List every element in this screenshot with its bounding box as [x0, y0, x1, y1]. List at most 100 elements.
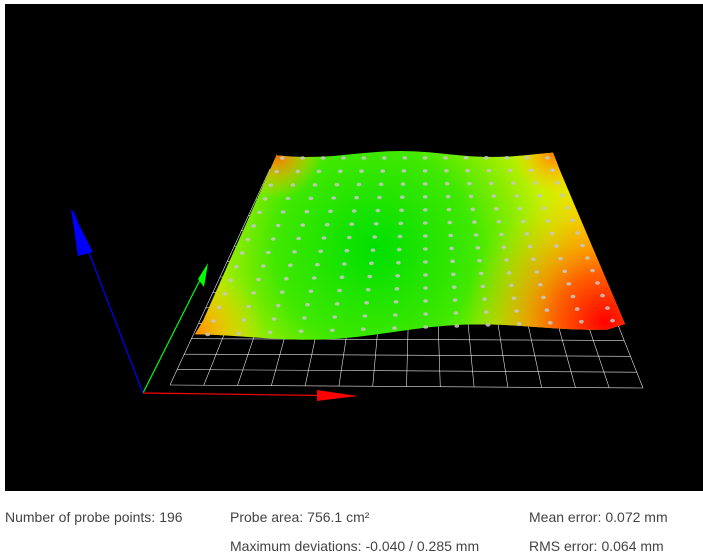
probe-point — [393, 300, 399, 304]
probe-point — [491, 194, 497, 198]
probe-point — [449, 246, 454, 251]
probe-point — [541, 206, 547, 210]
probe-point — [308, 289, 314, 294]
probe-point — [446, 207, 452, 212]
max-deviation-stat: Maximum deviations: -0.040 / 0.285 mm — [230, 538, 479, 554]
probe-point — [506, 271, 512, 275]
probe-point — [251, 224, 256, 228]
probe-point — [537, 193, 542, 198]
probe-point — [354, 195, 359, 200]
max-deviation-value: -0.040 / 0.285 mm — [365, 538, 480, 554]
probe-point — [392, 326, 397, 330]
probe-point — [349, 222, 355, 226]
probe-point — [251, 291, 256, 295]
probe-point — [245, 237, 251, 242]
probe-point — [485, 323, 491, 327]
probe-point — [399, 208, 404, 213]
heightmap-3d-viewport[interactable] — [5, 4, 703, 491]
probe-point — [216, 305, 222, 310]
probe-point — [279, 290, 285, 295]
probe-point — [521, 219, 526, 224]
probe-point — [514, 309, 519, 313]
probe-point — [534, 270, 540, 274]
probe-point — [239, 251, 245, 255]
probe-point — [544, 308, 550, 312]
probe-area-value: 756.1 cm² — [307, 509, 370, 525]
probe-point — [422, 195, 428, 199]
probe-point — [396, 260, 401, 265]
probe-point — [466, 181, 472, 186]
probe-point — [373, 222, 379, 226]
probe-point — [423, 286, 428, 290]
probe-point — [380, 169, 386, 173]
probe-point — [566, 282, 572, 286]
probe-point — [579, 319, 584, 324]
probe-point — [305, 302, 310, 307]
probe-point — [308, 196, 314, 201]
probe-point — [246, 304, 252, 309]
probe-point — [378, 182, 384, 187]
probe-point — [423, 299, 428, 303]
probe-point — [473, 233, 479, 237]
probe-point — [453, 311, 459, 315]
probe-points-stat: Number of probe points: 196 — [5, 509, 183, 525]
probe-point — [549, 231, 555, 236]
probe-point — [271, 317, 277, 321]
probe-point — [575, 231, 580, 235]
probe-point — [280, 210, 286, 214]
probe-point — [356, 182, 362, 187]
probe-point — [346, 235, 352, 240]
z-axis-arrow-icon — [71, 209, 93, 256]
probe-point — [423, 273, 428, 277]
probe-point — [423, 312, 428, 316]
probe-point — [337, 169, 343, 174]
probe-point — [331, 196, 337, 200]
probe-point — [298, 329, 304, 334]
probe-point — [465, 168, 470, 173]
probe-point — [574, 307, 580, 311]
probe-point — [401, 169, 407, 173]
probe-point — [324, 222, 330, 227]
probe-point — [545, 156, 550, 160]
probe-point — [452, 298, 458, 302]
probe-point — [275, 223, 281, 228]
probe-point — [398, 221, 404, 226]
probe-point — [470, 207, 476, 212]
probe-point — [450, 272, 456, 277]
heightmap-surface — [195, 151, 625, 340]
probe-point — [337, 288, 342, 293]
mean-error-value: 0.072 mm — [605, 509, 668, 525]
probe-point — [328, 209, 333, 214]
mean-error-label: Mean error: — [529, 509, 602, 525]
rms-error-label: RMS error: — [529, 538, 598, 554]
probe-point — [364, 301, 369, 305]
probe-point — [496, 219, 502, 224]
probe-point — [480, 284, 486, 289]
probe-point — [422, 221, 428, 225]
probe-point — [399, 195, 405, 199]
probe-point — [372, 235, 378, 239]
probe-point — [375, 208, 381, 213]
probe-point — [511, 296, 517, 301]
probe-point — [370, 248, 376, 252]
probe-point — [367, 274, 373, 279]
probe-point — [423, 260, 428, 264]
probe-point — [533, 181, 538, 185]
probe-point — [517, 206, 523, 211]
probe-point — [451, 285, 457, 290]
probe-point — [392, 313, 398, 317]
probe-point — [531, 257, 536, 262]
probe-point — [422, 169, 428, 173]
probe-point — [311, 276, 317, 280]
probe-point — [361, 156, 367, 160]
probe-point — [504, 156, 510, 160]
probe-points-label: Number of probe points: — [5, 509, 156, 525]
probe-point — [396, 247, 402, 252]
probe-point — [541, 295, 546, 300]
probe-point — [499, 232, 504, 237]
probe-point — [537, 282, 543, 287]
probe-point — [450, 259, 455, 264]
probe-point — [318, 249, 324, 254]
probe-point — [377, 195, 382, 200]
mean-error-stat: Mean error: 0.072 mm — [529, 509, 668, 525]
